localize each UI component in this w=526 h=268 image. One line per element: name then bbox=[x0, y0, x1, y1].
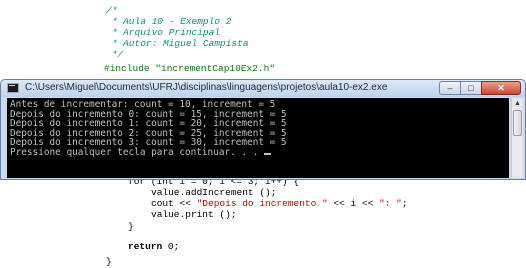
code-close-brace-outer: } bbox=[106, 256, 112, 267]
code-comment-line: * Arquivo Principal bbox=[106, 27, 221, 38]
console-titlebar[interactable]: C:\Users\Miguel\Documents\UFRJ\disciplin… bbox=[1, 80, 525, 97]
code-cout-line: cout << "Depois do incremento " << i << … bbox=[151, 198, 408, 209]
scroll-up-arrow-icon[interactable]: ▲ bbox=[512, 98, 523, 109]
code-cout-string2: ": " bbox=[379, 198, 402, 209]
console-prompt-text: Pressione qualquer tecla para continuar.… bbox=[10, 146, 264, 158]
close-button[interactable]: ✕ bbox=[481, 81, 521, 95]
console-prompt-line: Pressione qualquer tecla para continuar.… bbox=[10, 148, 506, 158]
code-cout-string: "Depois do incremento " bbox=[196, 198, 328, 209]
scrollbar-thumb[interactable] bbox=[513, 110, 522, 136]
code-comment-line: * Aula 10 - Exemplo 2 bbox=[106, 16, 232, 27]
code-comment-close: */ bbox=[106, 49, 124, 60]
code-cout-end: ; bbox=[401, 198, 408, 209]
code-call-increment: value.addIncrement (); bbox=[151, 187, 277, 198]
console-app-icon[interactable] bbox=[7, 83, 19, 93]
code-return-value: 0; bbox=[162, 241, 180, 252]
code-comment-line: * Autor: Miguel Campista bbox=[106, 38, 249, 49]
code-call-print: value.print (); bbox=[151, 209, 237, 220]
code-close-brace-inner: } bbox=[128, 221, 134, 232]
vertical-scrollbar[interactable]: ▲ bbox=[511, 98, 523, 178]
code-comment-open: /* bbox=[106, 5, 118, 16]
console-output[interactable]: Antes de incrementar: count = 10, increm… bbox=[7, 98, 509, 178]
code-cout-middle: << i << bbox=[327, 198, 380, 209]
console-title: C:\Users\Miguel\Documents\UFRJ\disciplin… bbox=[25, 82, 388, 93]
code-return-line: return 0; bbox=[128, 241, 179, 252]
text-cursor bbox=[264, 152, 271, 155]
code-return-keyword: return bbox=[128, 241, 163, 252]
minimize-button[interactable]: – bbox=[439, 81, 461, 95]
code-cout-prefix: cout << bbox=[151, 198, 197, 209]
console-window[interactable]: C:\Users\Miguel\Documents\UFRJ\disciplin… bbox=[0, 79, 526, 180]
code-include-line: #include "incrementCap10Ex2.h" bbox=[104, 63, 276, 74]
maximize-button[interactable]: □ bbox=[460, 81, 482, 95]
